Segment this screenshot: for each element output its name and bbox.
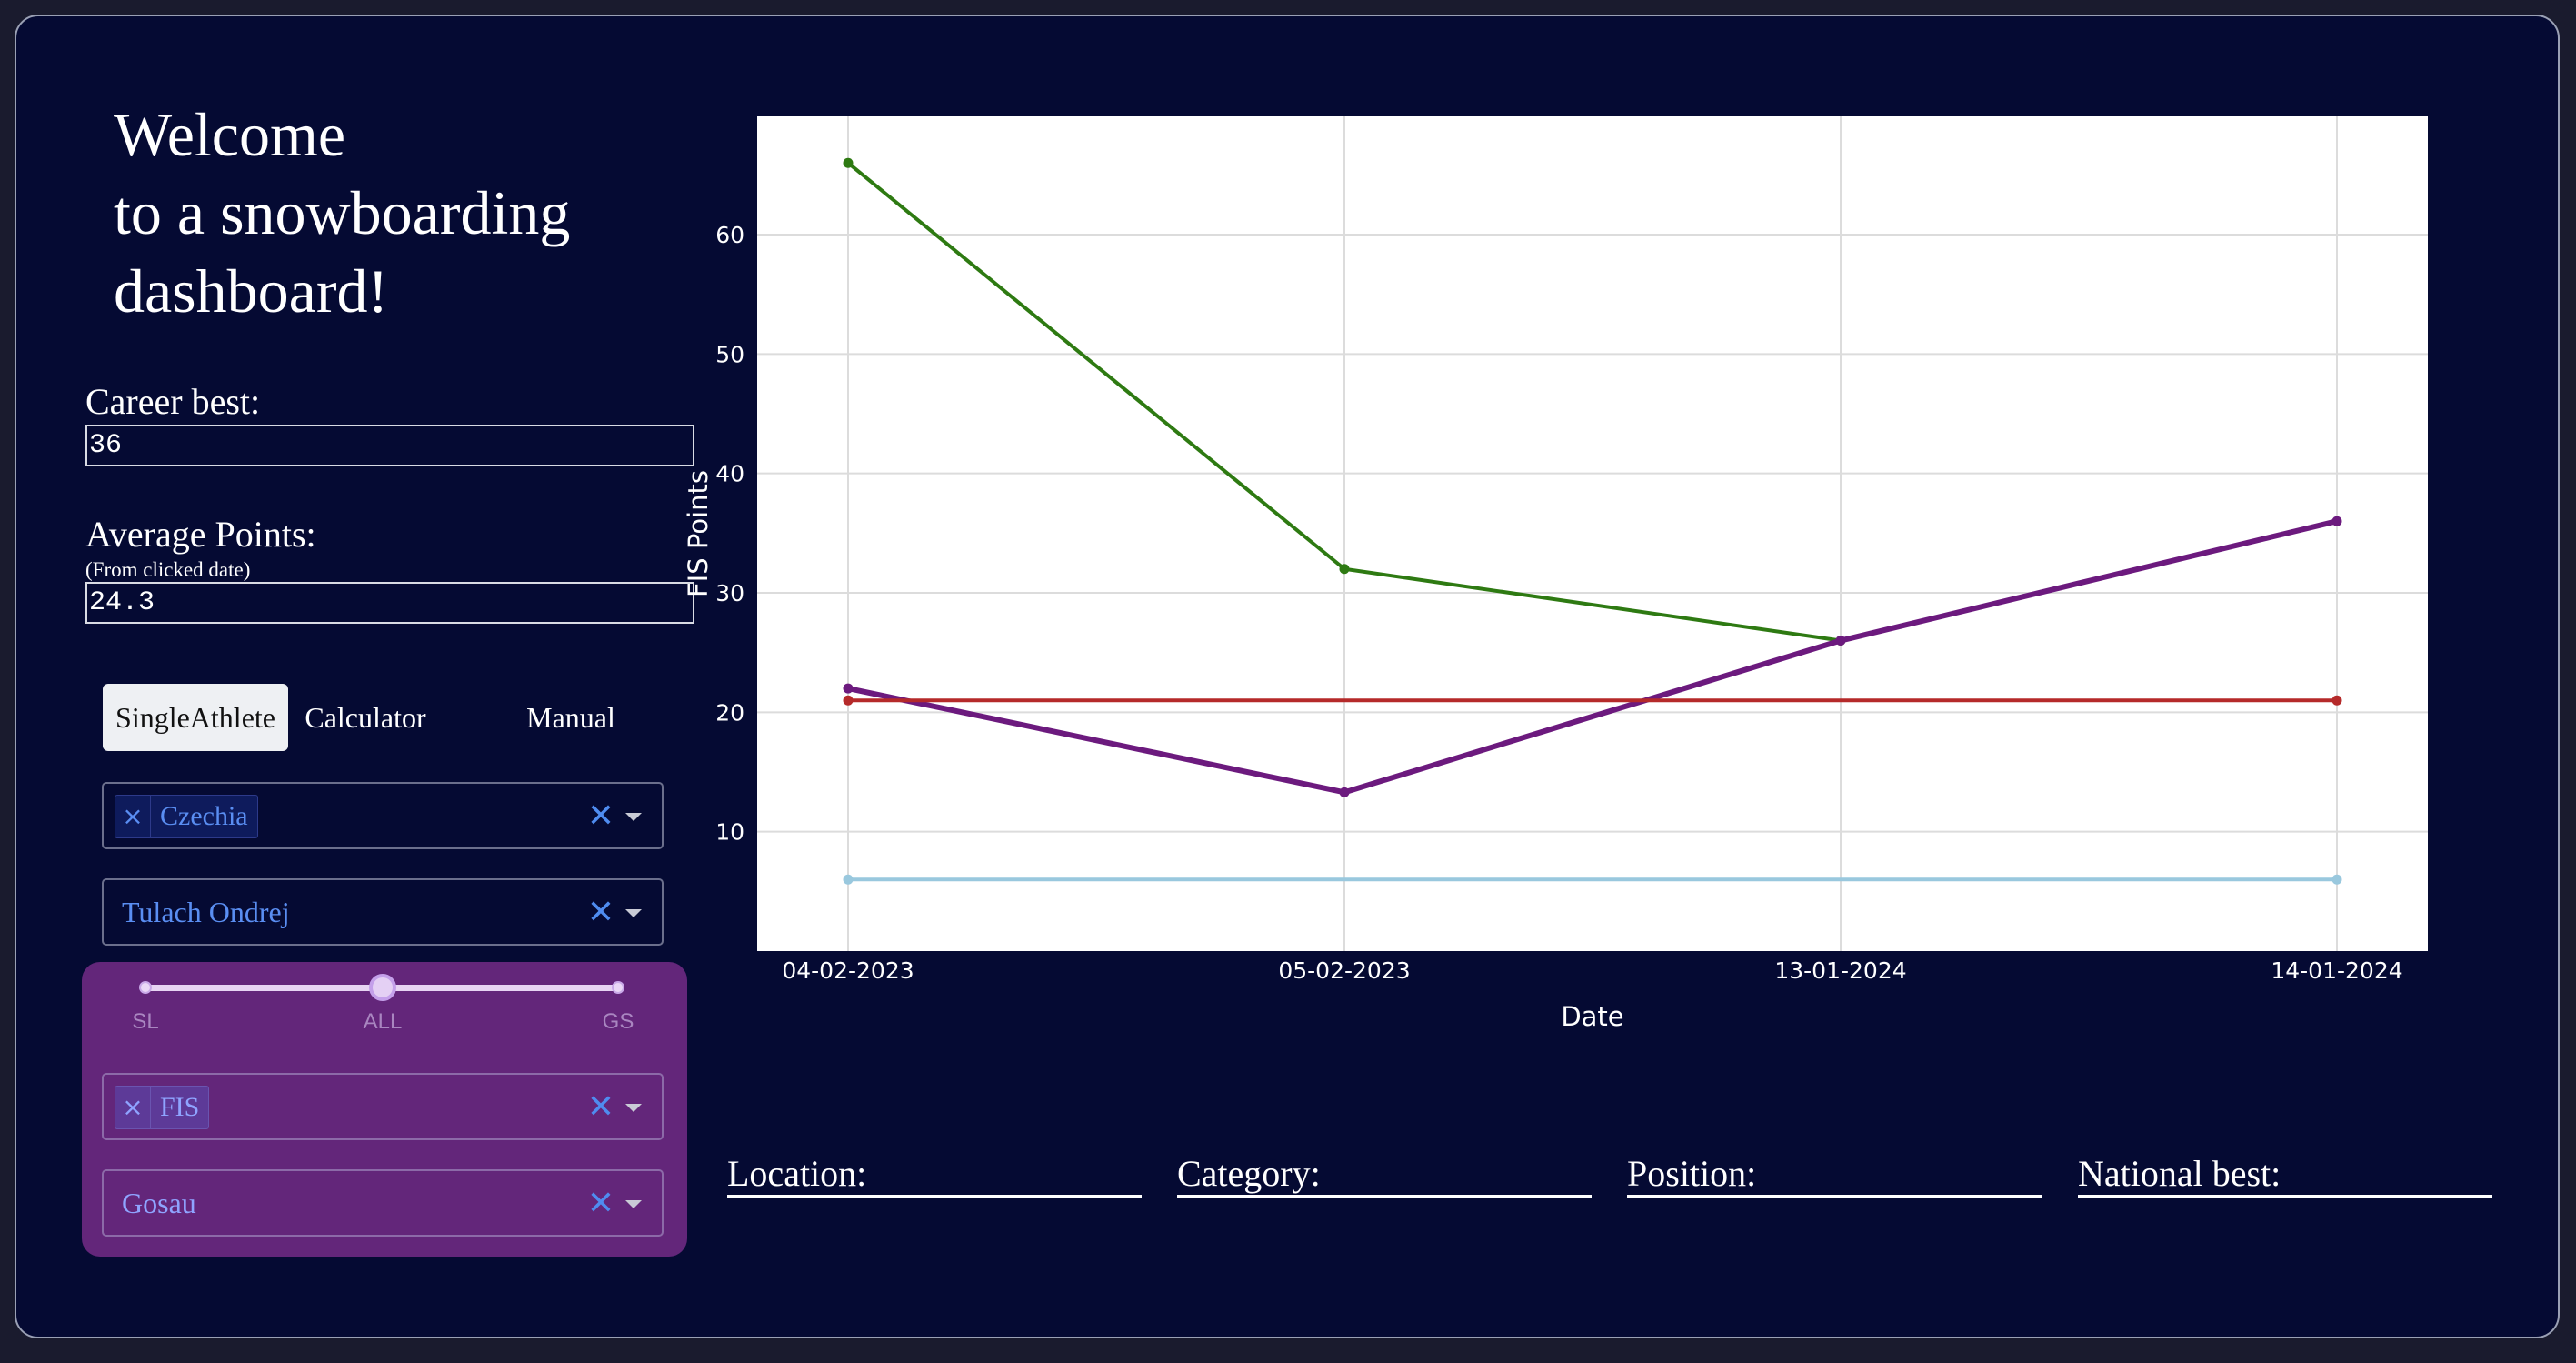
location-info-underline	[727, 1195, 1142, 1198]
close-icon[interactable]: ×	[115, 1087, 151, 1128]
chart-y-tick-label: 60	[715, 222, 744, 248]
location-info-label: Location:	[727, 1153, 867, 1194]
chart-y-tick-label: 50	[715, 341, 744, 367]
position-info-underline	[1627, 1195, 2042, 1198]
category-chip-label: FIS	[160, 1092, 200, 1122]
chart-plot-area[interactable]	[757, 116, 2428, 951]
chart-x-tick-label: 14-01-2024	[2271, 957, 2402, 984]
clear-icon[interactable]: ✕	[587, 1075, 614, 1140]
chart-y-tick-label: 10	[715, 819, 744, 846]
national-best-info-label: National best:	[2078, 1153, 2281, 1194]
chart-y-axis-label: FIS Points	[683, 470, 714, 597]
chart-y-tick-label: 40	[715, 461, 744, 487]
chart-x-tick-label: 04-02-2023	[782, 957, 914, 984]
chart-data-point[interactable]	[2331, 516, 2342, 526]
chart-data-point[interactable]	[843, 683, 854, 694]
chart-data-point[interactable]	[1835, 636, 1846, 646]
chart-y-tick-label: 20	[715, 699, 744, 726]
chevron-down-icon[interactable]	[625, 1200, 642, 1208]
category-info-underline	[1177, 1195, 1592, 1198]
location-value: Gosau	[122, 1187, 196, 1219]
chart-data-point[interactable]	[2331, 695, 2342, 706]
chart-data-point[interactable]	[843, 157, 854, 168]
location-dropdown[interactable]: Gosau ✕	[102, 1169, 664, 1237]
chart-x-tick-label: 13-01-2024	[1774, 957, 1906, 984]
chart-x-axis-label: Date	[1561, 1001, 1623, 1032]
category-info-label: Category:	[1177, 1153, 1321, 1194]
clear-icon[interactable]: ✕	[587, 1171, 614, 1237]
fis-points-chart[interactable]: 04-02-2023 05-02-2023 13-01-2024 14-01-2024…	[0, 0, 2576, 1055]
position-info-label: Position:	[1627, 1153, 1757, 1194]
chart-x-tick-label: 05-02-2023	[1278, 957, 1410, 984]
national-best-info-underline	[2078, 1195, 2492, 1198]
chart-data-point[interactable]	[843, 874, 854, 885]
chart-data-point[interactable]	[1339, 564, 1350, 575]
category-dropdown[interactable]: × FIS ✕	[102, 1073, 664, 1140]
category-chip: × FIS	[115, 1086, 210, 1129]
chart-y-tick-label: 30	[715, 580, 744, 606]
chevron-down-icon[interactable]	[625, 1104, 642, 1112]
chart-data-point[interactable]	[843, 695, 854, 706]
chart-data-point[interactable]	[2331, 874, 2342, 885]
chart-data-point[interactable]	[1339, 787, 1350, 797]
